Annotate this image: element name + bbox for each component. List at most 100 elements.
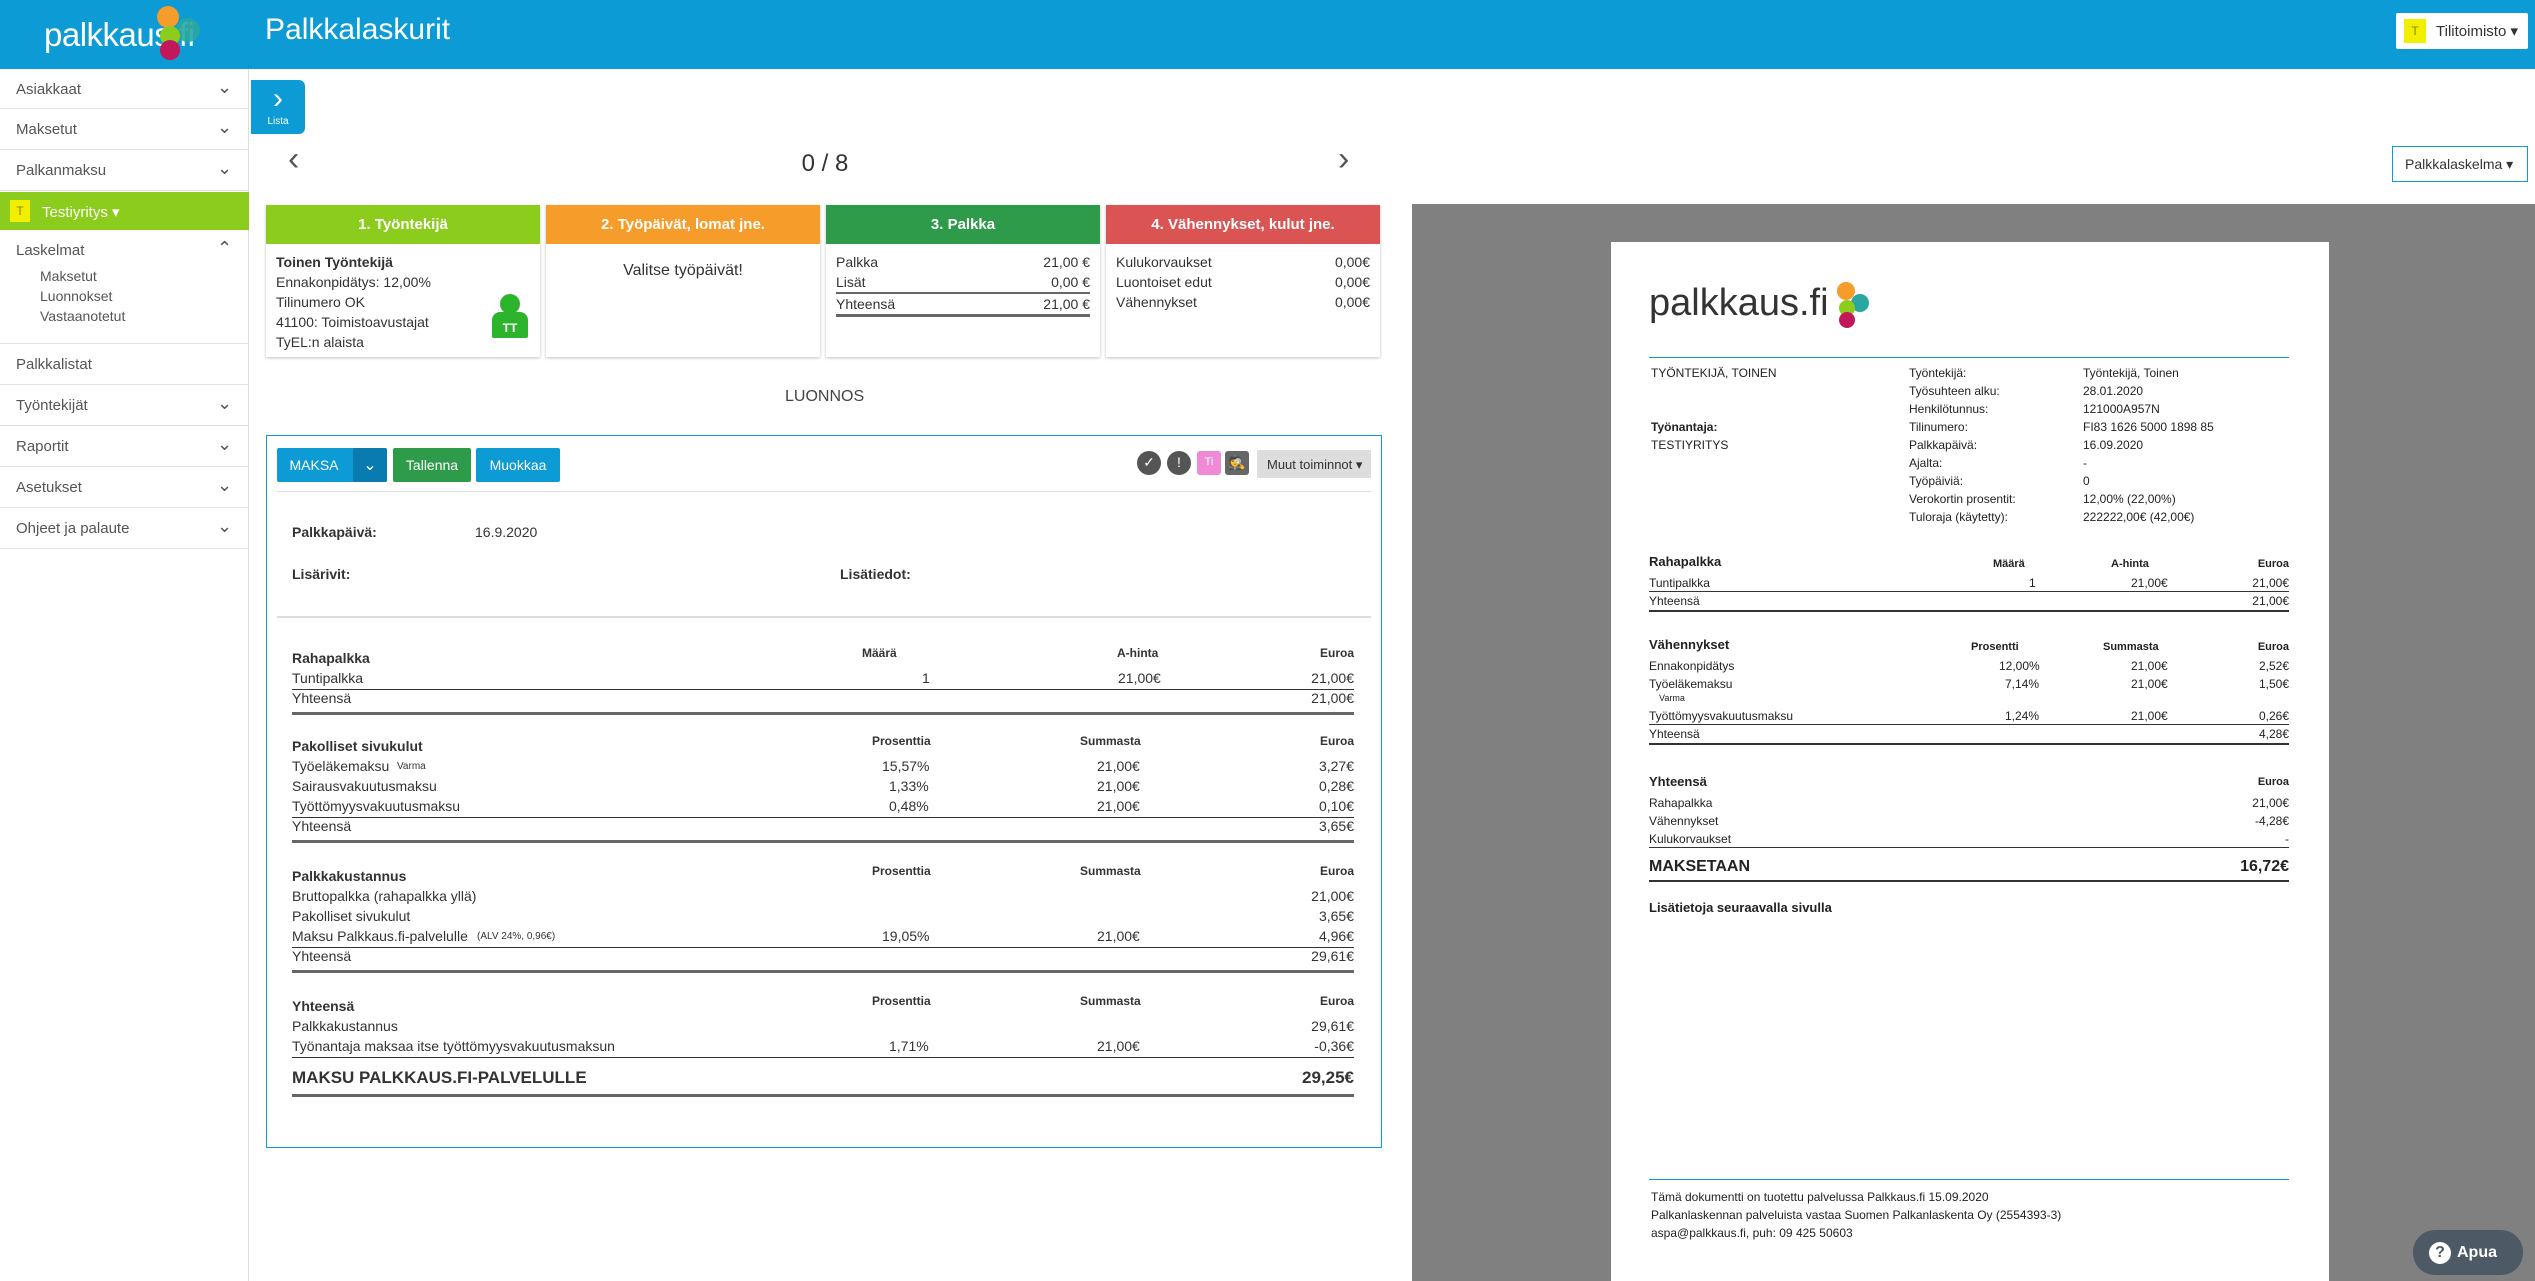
payslip-cell: 21,00€ — [2252, 594, 2289, 608]
sidebar-item-tyontekijat[interactable]: Työntekijät ⌄ — [0, 385, 249, 426]
card-employee[interactable]: 1. Työntekijä Toinen Työntekijä Ennakonp… — [266, 205, 540, 357]
info-label: Työsuhteen alku: — [1909, 384, 2000, 398]
deductions-label: Vähennykset — [1116, 294, 1197, 310]
expenses-value: 0,00€ — [1334, 254, 1370, 270]
chevron-up-icon: ⌃ — [217, 238, 233, 258]
info-value: - — [2083, 456, 2087, 470]
payslip-section-title: Vähennykset — [1649, 637, 1730, 652]
sidebar-item-raportit[interactable]: Raportit ⌄ — [0, 426, 249, 467]
help-button[interactable]: ? Apua — [2413, 1230, 2523, 1275]
sidebar-subitem-luonnokset[interactable]: Luonnokset — [40, 288, 112, 304]
table-row: Tuntipalkka 1 21,00€ 21,00€ — [292, 670, 1354, 690]
account-avatar: T — [2404, 19, 2426, 43]
other-actions-label: Muut toiminnot — [1267, 457, 1353, 472]
employee-line: Ennakonpidätys: 12,00% — [276, 274, 431, 290]
yhteensa-table: Yhteensä Prosenttia Summasta Euroa Palkkaku… — [292, 994, 1354, 1097]
benefits-label: Luontoiset edut — [1116, 274, 1212, 290]
ti-badge[interactable]: Ti — [1197, 451, 1221, 475]
card-title: 4. Vähennykset, kulut jne. — [1106, 205, 1380, 244]
workdays-prompt: Valitse työpäivät! — [623, 262, 743, 279]
payslip-section-title: Rahapalkka — [1649, 554, 1722, 569]
table-total-row: Yhteensä 3,65€ — [292, 818, 1354, 834]
chevron-down-icon: ⌄ — [217, 434, 233, 454]
payslip-more-info: Lisätietoja seuraavalla sivulla — [1649, 900, 1832, 915]
pager-counter: 0 / 8 — [801, 150, 849, 177]
chevron-right-icon: › — [273, 82, 283, 115]
payslip-cell: 1,50€ — [2258, 677, 2289, 691]
payslip-cell: 21,00€ — [2252, 796, 2289, 810]
payslip-cell: 21,00€ — [2252, 576, 2289, 590]
table-row: Bruttopalkka (rahapalkka yllä) 21,00€ — [292, 888, 1354, 904]
account-dropdown[interactable]: T Tilitoimisto ▾ — [2396, 13, 2528, 49]
chevron-down-icon: ⌄ — [217, 393, 233, 413]
card-title: 3. Palkka — [826, 205, 1100, 244]
payslip-cell: 21,00€ — [2131, 677, 2168, 691]
info-label: Ajalta: — [1909, 456, 1943, 470]
chevron-down-icon: ⌄ — [217, 516, 233, 536]
table-total-row: Yhteensä 29,61€ — [292, 948, 1354, 964]
company-selector[interactable]: T Testiyritys ▾ — [0, 192, 249, 230]
service-fee-row: MAKSU PALKKAUS.FI-PALVELULLE 29,25€ — [292, 1068, 1354, 1087]
sidebar-item-asiakkaat[interactable]: Asiakkaat ⌄ — [0, 69, 249, 109]
card-workdays[interactable]: 2. Työpäivät, lomat jne. Valitse työpäiv… — [546, 205, 820, 357]
payslip-cell: Prosentti — [1971, 641, 2019, 653]
alert-icon[interactable]: ! — [1167, 451, 1191, 475]
tallenna-button[interactable]: Tallenna — [393, 448, 471, 482]
payday-label: Palkkapäivä: — [292, 524, 377, 540]
payslip-cell: Yhteensä — [1649, 594, 1700, 608]
info-value: FI83 1626 5000 1898 85 — [2083, 420, 2214, 434]
payslip-cell: Vähennykset — [1649, 814, 1719, 828]
other-actions-dropdown[interactable]: Muut toiminnot ▾ — [1257, 450, 1371, 478]
section-title: Palkkakustannus — [292, 868, 407, 884]
lista-button[interactable]: › Lista — [251, 80, 305, 134]
footer-line: Palkanlaskennan palveluista vastaa Suome… — [1651, 1208, 2062, 1222]
sidebar-item-label: Maksetut — [16, 121, 77, 138]
card-salary[interactable]: 3. Palkka Palkka 21,00 € Lisät 0,00 € Yhte… — [826, 205, 1100, 357]
info-value: Työntekijä, Toinen — [2083, 366, 2179, 380]
payslip-preview: palkkaus.fi TYÖNTEKIJÄ, TOINEN Työnantaj… — [1412, 204, 2535, 1281]
sidebar-item-palkkalistat[interactable]: Palkkalistat — [0, 344, 249, 385]
payslip-net-label: MAKSETAAN — [1649, 858, 1751, 875]
payslip-logo: palkkaus.fi — [1649, 282, 1829, 324]
payslip-cell: Varma — [1659, 693, 1685, 703]
payslip-cell: 21,00€ — [2131, 709, 2168, 723]
sidebar-item-label: Ohjeet ja palaute — [16, 520, 130, 537]
kustannus-table: Palkkakustannus Prosenttia Summasta Euroa B… — [292, 864, 1354, 973]
additions-value: 0,00 € — [1051, 274, 1090, 290]
palkkaus-logo[interactable]: palkkaus.fi — [0, 0, 250, 69]
payslip-section-title: Yhteensä — [1649, 774, 1707, 789]
preview-type-select[interactable]: Palkkalaskelma ▾ — [2392, 146, 2528, 182]
sidebar-item-asetukset[interactable]: Asetukset ⌄ — [0, 467, 249, 508]
payslip-cell: 12,00% — [1999, 659, 2040, 673]
question-icon: ? — [2429, 1242, 2451, 1264]
table-row: Sairausvakuutusmaksu 1,33% 21,00€ 0,28€ — [292, 778, 1354, 794]
check-circle-icon[interactable]: ✓ — [1137, 451, 1161, 475]
sidebar-item-maksetut[interactable]: Maksetut ⌄ — [0, 109, 249, 150]
status-label: LUONNOS — [785, 388, 865, 405]
info-value: 121000A957N — [2083, 402, 2160, 416]
extra-info-label: Lisätiedot: — [840, 566, 911, 582]
info-label: Henkilötunnus: — [1909, 402, 1989, 416]
table-row: Työnantaja maksaa itse työttömyysvakuutu… — [292, 1038, 1354, 1058]
sidebar-subitem-vastaanotetut[interactable]: Vastaanotetut — [40, 308, 125, 324]
sidebar-item-laskelmat[interactable]: Laskelmat ⌃ Maksetut Luonnokset Vastaanot… — [0, 230, 249, 344]
card-deductions[interactable]: 4. Vähennykset, kulut jne. Kulukorvaukse… — [1106, 205, 1380, 357]
sidebar-item-ohjeet[interactable]: Ohjeet ja palaute ⌄ — [0, 508, 249, 549]
sidebar-subitem-maksetut[interactable]: Maksetut — [40, 268, 97, 284]
table-row: Työttömyysvakuutusmaksu 0,48% 21,00€ 0,10€ — [292, 798, 1354, 818]
payslip-net-value: 16,72€ — [2240, 858, 2289, 875]
sidebar: Asiakkaat ⌄ Maksetut ⌄ Palkanmaksu ⌄ T Test… — [0, 69, 249, 1281]
payslip-cell: 0,26€ — [2258, 709, 2289, 723]
chevron-down-icon: ⌄ — [217, 77, 233, 97]
spy-icon[interactable]: 🕵 — [1225, 451, 1249, 475]
sidebar-item-label: Asiakkaat — [16, 81, 82, 98]
maksa-dropdown-chevron-icon[interactable]: ⌄ — [353, 448, 387, 482]
help-label: Apua — [2457, 1244, 2497, 1261]
payslip-cell: Tuntipalkka — [1649, 576, 1710, 590]
payslip-cell: Euroa — [2257, 776, 2289, 788]
muokkaa-button[interactable]: Muokkaa — [476, 448, 560, 482]
payslip-page: palkkaus.fi TYÖNTEKIJÄ, TOINEN Työnantaj… — [1611, 242, 2329, 1281]
info-value: 222222,00€ (42,00€) — [2083, 510, 2195, 524]
deductions-value: 0,00€ — [1334, 294, 1370, 310]
total-label: Yhteensä — [836, 296, 896, 312]
